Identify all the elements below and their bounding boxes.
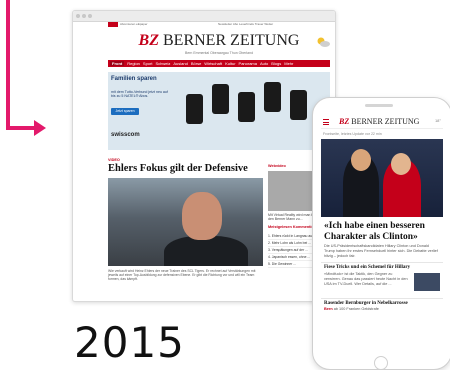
arrow-line-horizontal — [6, 126, 36, 130]
window-dot-icon — [88, 14, 92, 18]
mobile-headline[interactable]: «Ich habe einen besseren Charakter als C… — [321, 217, 443, 242]
ad-subtitle: mit dem Tutto-Verbund jetzt neu auf bis … — [111, 90, 168, 99]
advertisement-banner[interactable]: Familien sparen mit dem Tutto-Verbund je… — [108, 72, 330, 150]
year-label: 2015 — [74, 318, 185, 367]
ad-phone-image — [238, 92, 255, 122]
site-logo[interactable]: BZ BERNER ZEITUNG — [108, 32, 330, 50]
hamburger-menu-icon[interactable] — [323, 119, 329, 127]
ad-phone-image — [186, 94, 203, 124]
mobile-bottom-teaser[interactable]: Bern ab 100 Franken Geldstrafe — [321, 306, 443, 312]
weather-icon — [317, 37, 330, 47]
article-ressort: VIDEO — [108, 158, 120, 162]
main-navigation: Front Region Sport Schweiz Ausland Börse… — [108, 60, 330, 67]
mobile-second-headline[interactable]: Fiese Tricks und ein Schemel für Hillary — [321, 265, 443, 270]
divider — [321, 262, 443, 264]
photo-person-right-face — [391, 153, 411, 175]
nav-item[interactable]: Panorama — [239, 61, 257, 66]
mobile-lead-text: Die US-Präsidentschaftskandidaten Hillar… — [324, 244, 438, 258]
photo-person-left-face — [351, 149, 371, 171]
arrow-line-vertical — [6, 0, 10, 130]
mobile-teaser[interactable]: «Mindfuck» ist die Taktik, den Gegner zu… — [321, 272, 443, 294]
mobile-lead-photo[interactable] — [321, 139, 443, 217]
top-links[interactable]: Abonnieren eEpaper — [120, 22, 148, 26]
mobile-logo[interactable]: BZ BERNER ZEITUNG — [339, 117, 419, 126]
mobile-phone-mockup: BZ BERNER ZEITUNG 18° Frontseite, letzte… — [312, 97, 450, 370]
top-utility-bar: Abonnieren eEpaper Newsletter Abo Leserb… — [108, 22, 330, 28]
article-lead: Wie verkauft wird Heinz Ehlers der neue … — [108, 269, 256, 282]
nav-item[interactable]: Front — [110, 61, 125, 66]
nav-item[interactable]: Wirtschaft — [204, 61, 222, 66]
nav-item[interactable]: Region — [127, 61, 140, 66]
photo-person-face — [182, 192, 222, 240]
site-tagline: Bern Emmental Oberaargau Thun Oberland — [184, 51, 254, 55]
mobile-header: BZ BERNER ZEITUNG 18° — [321, 116, 443, 129]
mobile-teaser-image — [414, 273, 440, 292]
nav-item[interactable]: Sport — [143, 61, 153, 66]
arrow-head-icon — [34, 120, 46, 136]
divider — [321, 298, 443, 300]
ad-cta-button[interactable]: Jetzt sparen — [111, 108, 139, 115]
ad-title: Familien sparen — [111, 76, 157, 82]
ad-phone-image — [212, 84, 229, 114]
ad-phone-image — [290, 90, 307, 120]
phone-screen: BZ BERNER ZEITUNG 18° Frontseite, letzte… — [321, 116, 443, 354]
login-chip[interactable] — [108, 22, 118, 27]
website: Abonnieren eEpaper Newsletter Abo Leserb… — [108, 22, 330, 282]
nav-item[interactable]: Auto — [260, 61, 268, 66]
nav-item[interactable]: Ausland — [173, 61, 187, 66]
photo-person-shirt — [164, 236, 248, 266]
window-dot-icon — [82, 14, 86, 18]
window-dot-icon — [76, 14, 80, 18]
mobile-teaser-text: «Mindfuck» ist die Taktik, den Gegner zu… — [324, 272, 408, 286]
mobile-breadcrumb: Frontseite, letztes Update vor 22 min — [323, 132, 382, 136]
mobile-weather: 18° — [434, 118, 441, 123]
service-links[interactable]: Newsletter Abo Leserbriefe Trauer Wetter — [218, 22, 273, 26]
desktop-browser-mockup: Abonnieren eEpaper Newsletter Abo Leserb… — [72, 10, 336, 302]
ad-brand-logo: swisscom — [111, 132, 140, 138]
phone-speaker — [365, 104, 393, 107]
nav-item[interactable]: Blogs — [271, 61, 281, 66]
nav-item[interactable]: Kultur — [225, 61, 235, 66]
ad-phone-image — [264, 82, 281, 112]
nav-item[interactable]: Schweiz — [155, 61, 170, 66]
nav-item[interactable]: Mehr — [284, 61, 293, 66]
nav-item[interactable]: Börse — [191, 61, 201, 66]
browser-title-bar — [73, 11, 335, 22]
article-photo[interactable] — [108, 178, 263, 266]
